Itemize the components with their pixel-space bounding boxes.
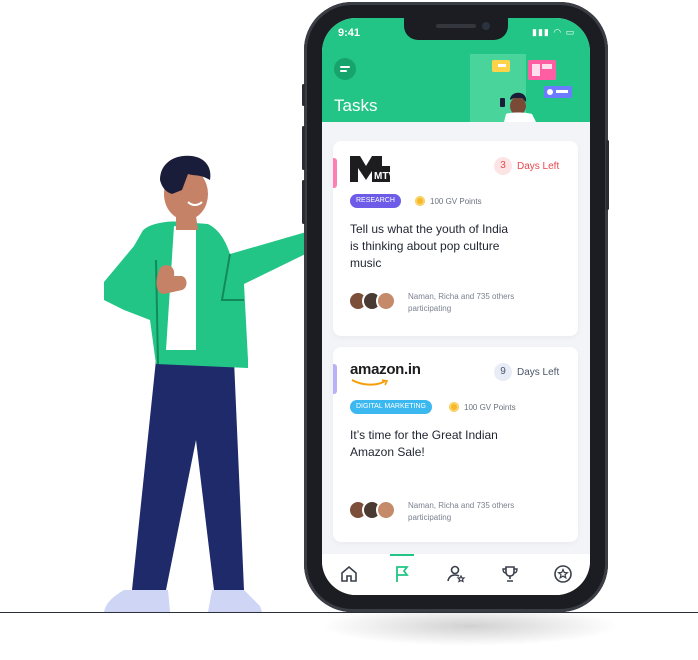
participant-avatars	[348, 291, 404, 311]
phone-power-button	[606, 140, 609, 210]
brand-logo-mtv: MTV	[350, 156, 395, 182]
participants-text: Naman, Richa and 735 others participatin…	[408, 292, 515, 313]
task-description: Tell us what the youth of India is think…	[350, 222, 509, 270]
days-left-count: 3	[494, 157, 512, 175]
profile-icon[interactable]	[444, 562, 468, 586]
days-left-label: Days Left	[517, 367, 560, 378]
avatar	[376, 291, 396, 311]
card-accent	[333, 364, 337, 394]
amazon-smile-icon	[351, 379, 389, 386]
task-description: It’s time for the Great Indian Amazon Sa…	[350, 428, 498, 459]
phone-notch	[404, 18, 508, 40]
status-icons: ▮▮▮ ◠ ▭	[532, 27, 576, 37]
trophy-icon[interactable]	[498, 562, 522, 586]
phone-volume-up	[302, 126, 305, 170]
svg-text:MTV: MTV	[374, 171, 390, 182]
star-icon[interactable]	[551, 562, 575, 586]
points-label: 100 GV Points	[464, 403, 516, 412]
phone-volume-down	[302, 180, 305, 224]
phone-camera	[482, 22, 490, 30]
status-time: 9:41	[338, 27, 361, 39]
avatar	[376, 500, 396, 520]
participant-avatars	[348, 500, 404, 520]
phone-mute-switch	[302, 84, 305, 106]
home-icon[interactable]	[337, 562, 361, 586]
brand-logo-amazon: amazon.in	[350, 361, 421, 378]
participants-text: Naman, Richa and 735 others participatin…	[408, 501, 515, 522]
flag-icon[interactable]	[390, 562, 414, 586]
phone-speaker	[436, 24, 476, 28]
category-tag: Research	[350, 194, 401, 208]
points-label: 100 GV Points	[430, 197, 482, 206]
task-card[interactable]: amazon.in 9 Days Left Digital Marketing …	[333, 347, 578, 542]
days-left-count: 9	[494, 363, 512, 381]
bottom-nav	[322, 554, 590, 595]
coin-icon	[415, 196, 425, 206]
page-title: Tasks	[334, 96, 378, 115]
menu-button[interactable]	[334, 58, 356, 80]
card-accent	[333, 158, 337, 188]
phone-screen: 9:41 ▮▮▮ ◠ ▭ Tasks MT 3 Days Left RESEAR…	[322, 18, 590, 595]
active-tab-indicator	[390, 554, 414, 556]
category-tag: Digital Marketing	[350, 400, 433, 414]
header-illustration	[470, 54, 572, 122]
days-left-label: Days Left	[517, 161, 560, 172]
coin-icon	[449, 402, 459, 412]
task-card[interactable]: MTV 3 Days Left Research 100 GV Points T…	[333, 141, 578, 336]
